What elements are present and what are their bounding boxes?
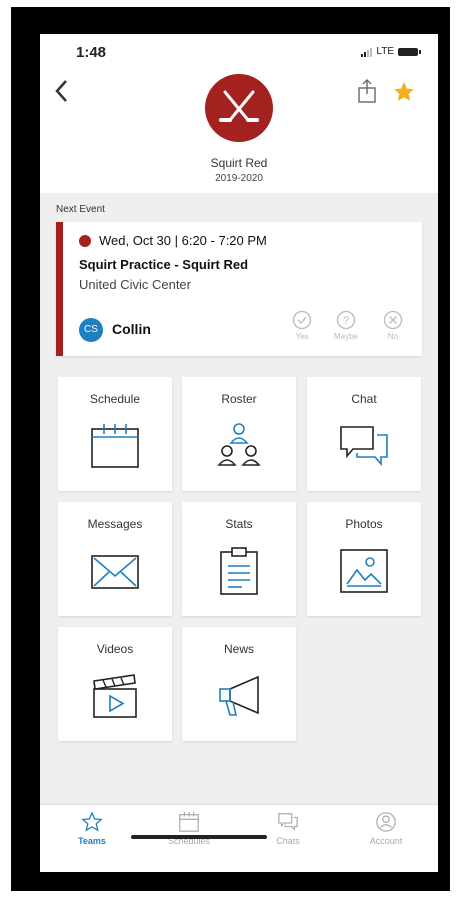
tile-label: Photos: [345, 517, 383, 531]
envelope-icon: [91, 555, 139, 589]
tile-schedule[interactable]: Schedule: [58, 377, 172, 491]
team-season: 2019-2020: [215, 173, 263, 184]
chat-icon: [340, 426, 388, 467]
tab-schedules[interactable]: Schedules: [149, 811, 229, 846]
app-screen: 1:48 LTE Squirt Red 2019-2020 Next Event…: [40, 34, 438, 872]
account-icon: [376, 812, 396, 832]
rsvp-yes-label: Yes: [295, 332, 309, 341]
team-header: 1:48 LTE Squirt Red 2019-2020: [40, 34, 438, 193]
home-indicator[interactable]: [131, 835, 267, 839]
event-title: Squirt Practice - Squirt Red: [79, 257, 249, 272]
tab-label: Teams: [78, 836, 106, 846]
tile-label: Stats: [225, 517, 253, 531]
event-date: Wed, Oct 30 | 6:20 - 7:20 PM: [99, 233, 267, 248]
share-icon[interactable]: [356, 78, 378, 104]
x-circle-icon: [383, 310, 403, 330]
status-time: 1:48: [76, 44, 107, 61]
team-logo: [205, 74, 273, 142]
tile-stats[interactable]: Stats: [182, 502, 296, 616]
megaphone-icon: [219, 675, 259, 716]
battery-icon: [398, 47, 421, 56]
tile-label: Roster: [221, 392, 257, 406]
tile-label: News: [223, 642, 254, 656]
tab-account[interactable]: Account: [346, 811, 426, 846]
avatar: CS: [79, 318, 103, 342]
photo-icon: [340, 549, 388, 593]
player-name: Collin: [112, 321, 151, 337]
rsvp-yes-button[interactable]: Yes: [282, 310, 322, 341]
check-circle-icon: [292, 310, 312, 330]
chat-icon: [278, 813, 298, 831]
next-event-label: Next Event: [56, 204, 105, 215]
tab-label: Account: [369, 836, 403, 846]
tile-photos[interactable]: Photos: [307, 502, 421, 616]
network-label: LTE: [376, 46, 394, 57]
svg-text:?: ?: [343, 315, 349, 327]
calendar-icon: [91, 424, 139, 468]
tile-chat[interactable]: Chat: [307, 377, 421, 491]
clipboard-icon: [220, 547, 258, 595]
rsvp-no-label: No: [387, 332, 399, 341]
tile-label: Videos: [96, 642, 134, 656]
clapperboard-icon: [93, 674, 137, 718]
tile-roster[interactable]: Roster: [182, 377, 296, 491]
rsvp-maybe-button[interactable]: ? Maybe: [326, 310, 366, 341]
signal-icon: [361, 47, 373, 57]
status-indicators: LTE: [361, 46, 421, 57]
tile-label: Messages: [87, 517, 143, 531]
tile-label: Chat: [351, 392, 377, 406]
question-circle-icon: ?: [336, 310, 356, 330]
tab-chats[interactable]: Chats: [248, 811, 328, 846]
rsvp-no-button[interactable]: No: [373, 310, 413, 341]
back-icon[interactable]: [52, 78, 72, 104]
favorite-star-icon[interactable]: [392, 80, 416, 104]
event-location: United Civic Center: [79, 277, 191, 292]
hockey-sticks-icon: [219, 90, 259, 122]
team-name: Squirt Red: [210, 156, 268, 170]
tile-news[interactable]: News: [182, 627, 296, 741]
tile-messages[interactable]: Messages: [58, 502, 172, 616]
next-event-card[interactable]: Wed, Oct 30 | 6:20 - 7:20 PM Squirt Prac…: [56, 222, 422, 356]
tab-teams[interactable]: Teams: [52, 811, 132, 846]
cancelled-icon: [79, 235, 91, 247]
tile-videos[interactable]: Videos: [58, 627, 172, 741]
star-icon: [81, 811, 103, 832]
rsvp-maybe-label: Maybe: [333, 332, 358, 341]
roster-icon: [217, 423, 261, 466]
tile-label: Schedule: [89, 392, 141, 406]
calendar-icon: [179, 811, 199, 832]
